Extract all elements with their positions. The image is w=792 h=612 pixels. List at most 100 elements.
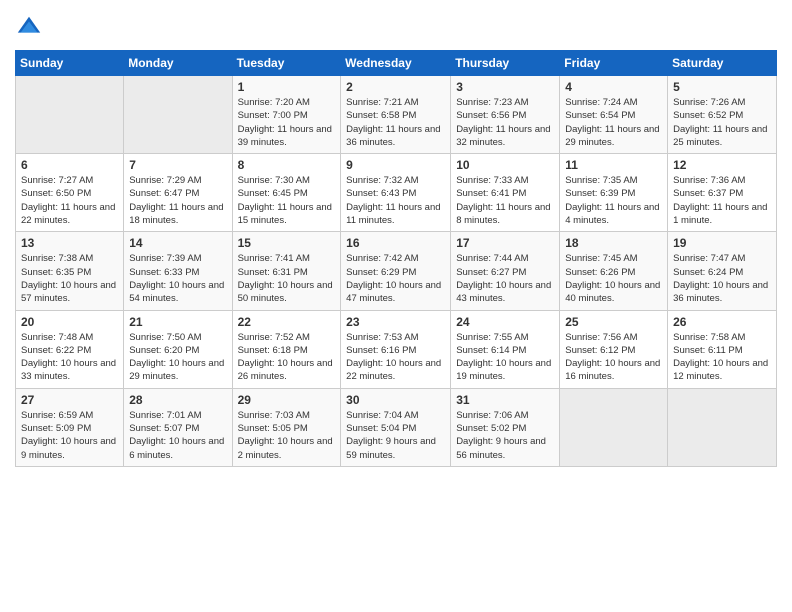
day-number: 11	[565, 158, 662, 172]
day-number: 1	[238, 80, 336, 94]
day-number: 12	[673, 158, 771, 172]
day-number: 3	[456, 80, 554, 94]
calendar-cell: 16Sunrise: 7:42 AMSunset: 6:29 PMDayligh…	[341, 232, 451, 310]
weekday-header-row: SundayMondayTuesdayWednesdayThursdayFrid…	[16, 51, 777, 76]
calendar-cell: 15 Sunrise: 7:41 AMSunset: 6:31 PMDayligh…	[232, 232, 341, 310]
calendar-cell: 11 Sunrise: 7:35 AMSunset: 6:39 PMDayligh…	[560, 154, 668, 232]
calendar-cell: 14Sunrise: 7:39 AMSunset: 6:33 PMDayligh…	[124, 232, 232, 310]
calendar-week-row: 13 Sunrise: 7:38 AMSunset: 6:35 PMDayligh…	[16, 232, 777, 310]
day-info: Sunrise: 7:38 AMSunset: 6:35 PMDaylight:…	[21, 252, 118, 305]
weekday-header-tuesday: Tuesday	[232, 51, 341, 76]
calendar-cell: 9 Sunrise: 7:32 AMSunset: 6:43 PMDaylight…	[341, 154, 451, 232]
day-info: Sunrise: 7:44 AMSunset: 6:27 PMDaylight:…	[456, 252, 554, 305]
day-info: Sunrise: 7:52 AMSunset: 6:18 PMDaylight:…	[238, 331, 336, 384]
calendar-cell: 25 Sunrise: 7:56 AMSunset: 6:12 PMDayligh…	[560, 310, 668, 388]
calendar-cell	[668, 388, 777, 466]
day-number: 6	[21, 158, 118, 172]
day-info: Sunrise: 7:29 AMSunset: 6:47 PMDaylight:…	[129, 174, 226, 227]
calendar-cell: 20 Sunrise: 7:48 AMSunset: 6:22 PMDayligh…	[16, 310, 124, 388]
calendar-cell: 13 Sunrise: 7:38 AMSunset: 6:35 PMDayligh…	[16, 232, 124, 310]
day-info: Sunrise: 7:53 AMSunset: 6:16 PMDaylight:…	[346, 331, 445, 384]
day-info: Sunrise: 7:21 AMSunset: 6:58 PMDaylight:…	[346, 96, 445, 149]
weekday-header-sunday: Sunday	[16, 51, 124, 76]
day-info: Sunrise: 7:03 AMSunset: 5:05 PMDaylight:…	[238, 409, 336, 462]
day-info: Sunrise: 7:48 AMSunset: 6:22 PMDaylight:…	[21, 331, 118, 384]
day-number: 25	[565, 315, 662, 329]
day-number: 16	[346, 236, 445, 250]
day-info: Sunrise: 7:35 AMSunset: 6:39 PMDaylight:…	[565, 174, 662, 227]
calendar-cell: 2 Sunrise: 7:21 AMSunset: 6:58 PMDaylight…	[341, 76, 451, 154]
day-info: Sunrise: 7:56 AMSunset: 6:12 PMDaylight:…	[565, 331, 662, 384]
calendar-cell: 18 Sunrise: 7:45 AMSunset: 6:26 PMDayligh…	[560, 232, 668, 310]
calendar-cell: 3 Sunrise: 7:23 AMSunset: 6:56 PMDaylight…	[451, 76, 560, 154]
day-info: Sunrise: 6:59 AMSunset: 5:09 PMDaylight:…	[21, 409, 118, 462]
weekday-header-monday: Monday	[124, 51, 232, 76]
day-info: Sunrise: 7:41 AMSunset: 6:31 PMDaylight:…	[238, 252, 336, 305]
calendar-cell	[16, 76, 124, 154]
day-number: 9	[346, 158, 445, 172]
day-number: 20	[21, 315, 118, 329]
calendar-cell: 17 Sunrise: 7:44 AMSunset: 6:27 PMDayligh…	[451, 232, 560, 310]
day-info: Sunrise: 7:01 AMSunset: 5:07 PMDaylight:…	[129, 409, 226, 462]
calendar-cell: 28 Sunrise: 7:01 AMSunset: 5:07 PMDayligh…	[124, 388, 232, 466]
calendar-cell: 4 Sunrise: 7:24 AMSunset: 6:54 PMDaylight…	[560, 76, 668, 154]
day-info: Sunrise: 7:04 AMSunset: 5:04 PMDaylight:…	[346, 409, 445, 462]
day-info: Sunrise: 7:30 AMSunset: 6:45 PMDaylight:…	[238, 174, 336, 227]
weekday-header-thursday: Thursday	[451, 51, 560, 76]
calendar-cell	[124, 76, 232, 154]
day-number: 17	[456, 236, 554, 250]
day-number: 21	[129, 315, 226, 329]
weekday-header-friday: Friday	[560, 51, 668, 76]
calendar-cell	[560, 388, 668, 466]
calendar-cell: 23 Sunrise: 7:53 AMSunset: 6:16 PMDayligh…	[341, 310, 451, 388]
weekday-header-saturday: Saturday	[668, 51, 777, 76]
day-info: Sunrise: 7:45 AMSunset: 6:26 PMDaylight:…	[565, 252, 662, 305]
day-info: Sunrise: 7:06 AMSunset: 5:02 PMDaylight:…	[456, 409, 554, 462]
calendar-cell: 1 Sunrise: 7:20 AMSunset: 7:00 PMDaylight…	[232, 76, 341, 154]
calendar: SundayMondayTuesdayWednesdayThursdayFrid…	[15, 50, 777, 467]
day-info: Sunrise: 7:55 AMSunset: 6:14 PMDaylight:…	[456, 331, 554, 384]
day-number: 23	[346, 315, 445, 329]
weekday-header-wednesday: Wednesday	[341, 51, 451, 76]
day-number: 22	[238, 315, 336, 329]
calendar-cell: 30 Sunrise: 7:04 AMSunset: 5:04 PMDayligh…	[341, 388, 451, 466]
day-info: Sunrise: 7:27 AMSunset: 6:50 PMDaylight:…	[21, 174, 118, 227]
calendar-cell: 12Sunrise: 7:36 AMSunset: 6:37 PMDayligh…	[668, 154, 777, 232]
day-number: 28	[129, 393, 226, 407]
day-number: 18	[565, 236, 662, 250]
day-number: 4	[565, 80, 662, 94]
day-info: Sunrise: 7:32 AMSunset: 6:43 PMDaylight:…	[346, 174, 445, 227]
calendar-cell: 10Sunrise: 7:33 AMSunset: 6:41 PMDayligh…	[451, 154, 560, 232]
day-number: 31	[456, 393, 554, 407]
calendar-week-row: 6 Sunrise: 7:27 AMSunset: 6:50 PMDaylight…	[16, 154, 777, 232]
day-number: 5	[673, 80, 771, 94]
header	[15, 10, 777, 42]
day-number: 7	[129, 158, 226, 172]
calendar-cell: 22 Sunrise: 7:52 AMSunset: 6:18 PMDayligh…	[232, 310, 341, 388]
calendar-week-row: 27 Sunrise: 6:59 AMSunset: 5:09 PMDayligh…	[16, 388, 777, 466]
calendar-cell: 24 Sunrise: 7:55 AMSunset: 6:14 PMDayligh…	[451, 310, 560, 388]
day-number: 15	[238, 236, 336, 250]
day-info: Sunrise: 7:58 AMSunset: 6:11 PMDaylight:…	[673, 331, 771, 384]
calendar-cell: 8Sunrise: 7:30 AMSunset: 6:45 PMDaylight…	[232, 154, 341, 232]
day-info: Sunrise: 7:20 AMSunset: 7:00 PMDaylight:…	[238, 96, 336, 149]
day-number: 27	[21, 393, 118, 407]
logo	[15, 14, 47, 42]
day-info: Sunrise: 7:24 AMSunset: 6:54 PMDaylight:…	[565, 96, 662, 149]
calendar-cell: 6 Sunrise: 7:27 AMSunset: 6:50 PMDaylight…	[16, 154, 124, 232]
calendar-cell: 26 Sunrise: 7:58 AMSunset: 6:11 PMDayligh…	[668, 310, 777, 388]
day-number: 29	[238, 393, 336, 407]
calendar-cell: 29 Sunrise: 7:03 AMSunset: 5:05 PMDayligh…	[232, 388, 341, 466]
day-number: 24	[456, 315, 554, 329]
day-number: 13	[21, 236, 118, 250]
day-number: 2	[346, 80, 445, 94]
day-info: Sunrise: 7:33 AMSunset: 6:41 PMDaylight:…	[456, 174, 554, 227]
calendar-cell: 27 Sunrise: 6:59 AMSunset: 5:09 PMDayligh…	[16, 388, 124, 466]
day-info: Sunrise: 7:23 AMSunset: 6:56 PMDaylight:…	[456, 96, 554, 149]
calendar-cell: 19Sunrise: 7:47 AMSunset: 6:24 PMDayligh…	[668, 232, 777, 310]
day-number: 26	[673, 315, 771, 329]
day-number: 19	[673, 236, 771, 250]
calendar-cell: 21Sunrise: 7:50 AMSunset: 6:20 PMDayligh…	[124, 310, 232, 388]
day-number: 30	[346, 393, 445, 407]
calendar-week-row: 1 Sunrise: 7:20 AMSunset: 7:00 PMDaylight…	[16, 76, 777, 154]
